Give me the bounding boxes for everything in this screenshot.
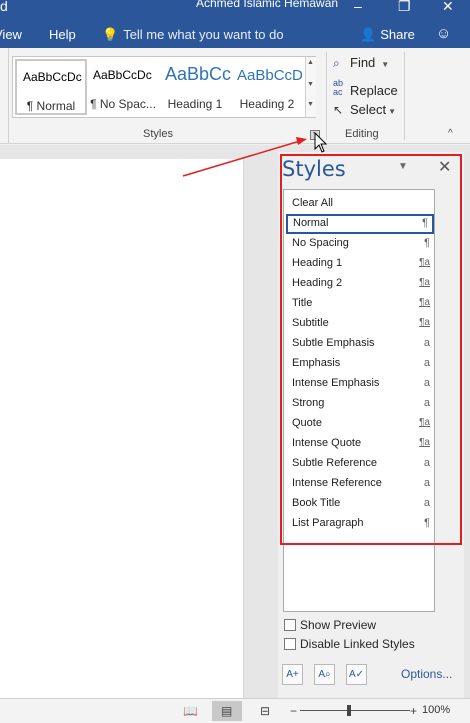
style-label: ¶ Normal — [26, 99, 76, 113]
replace-button[interactable]: ab ac Replace — [333, 78, 398, 99]
show-preview-checkbox[interactable]: Show Preview — [284, 618, 376, 632]
lightbulb-icon: 💡 — [102, 27, 119, 42]
editing-group-label: Editing — [345, 128, 379, 140]
share-button[interactable]: 👤 Share — [360, 27, 415, 43]
group-divider — [404, 52, 405, 140]
status-bar: 📖 ▤ ⊟ − + 100% — [0, 698, 470, 723]
style-gallery: AaBbCcDc ¶ Normal AaBbCcDc ¶ No Spac... … — [12, 56, 316, 118]
feedback-smiley-icon[interactable]: ☺ — [436, 25, 451, 42]
group-divider — [8, 48, 9, 144]
annotation-highlight-box — [280, 154, 462, 545]
gallery-style-no-spacing[interactable]: AaBbCcDc ¶ No Spac... — [87, 59, 159, 115]
ribbon: AaBbCcDc ¶ Normal AaBbCcDc ¶ No Spac... … — [0, 48, 470, 144]
style-label: ¶ No Spac... — [90, 97, 156, 111]
ribbon-tabs: View Help 💡 Tell me what you want to do 👤… — [0, 22, 470, 48]
replace-icon: ab ac — [333, 78, 344, 97]
style-sample: AaBbCcDc — [93, 68, 152, 82]
replace-label: Replace — [350, 83, 398, 98]
tab-view[interactable]: View — [0, 27, 22, 42]
new-style-button[interactable]: A+ — [282, 664, 303, 685]
style-sample: AaBbCcDc — [23, 70, 82, 84]
magnifier-icon: ⌕ — [333, 56, 340, 70]
chevron-down-icon: ▼ — [388, 107, 397, 116]
cursor-arrow-icon: ↖ — [333, 103, 344, 117]
gallery-style-heading-1[interactable]: AaBbCc Heading 1 — [159, 59, 231, 115]
zoom-in-button[interactable]: + — [410, 704, 417, 718]
group-divider — [326, 52, 327, 140]
select-label: Select — [350, 102, 387, 117]
collapse-ribbon-icon[interactable]: ^ — [448, 128, 453, 139]
gallery-down-arrow-icon[interactable]: ▼ — [307, 81, 314, 88]
checkbox-box — [284, 638, 296, 650]
document-page[interactable] — [0, 159, 244, 698]
gallery-up-arrow-icon[interactable]: ▲ — [307, 59, 314, 66]
new-style-icon: A+ — [286, 669, 299, 680]
share-person-icon: 👤 — [360, 27, 377, 42]
close-window-button[interactable]: ✕ — [442, 0, 454, 13]
find-label: Find — [350, 55, 376, 70]
share-label: Share — [380, 27, 415, 42]
minimize-button[interactable]: – — [354, 0, 362, 13]
title-leading-glyph: d — [0, 0, 8, 14]
gallery-scroll: ▲ ▼ ▼ — [305, 57, 316, 117]
chevron-down-icon: ▼ — [381, 60, 390, 69]
styles-dialog-launcher-icon[interactable]: ↘ — [310, 130, 320, 140]
show-preview-label: Show Preview — [300, 618, 377, 632]
zoom-level[interactable]: 100% — [422, 704, 450, 716]
tell-me-text: Tell me what you want to do — [123, 27, 284, 42]
manage-styles-icon: A✓ — [348, 669, 365, 680]
style-inspector-icon: A⌕ — [318, 669, 331, 680]
zoom-slider-track[interactable] — [300, 710, 410, 711]
title-bar: d Achmed Islamic Hemawan – ❐ ✕ — [0, 0, 470, 22]
manage-styles-button[interactable]: A✓ — [346, 664, 367, 685]
restore-button[interactable]: ❐ — [398, 0, 411, 13]
gallery-style-normal[interactable]: AaBbCcDc ¶ Normal — [15, 59, 87, 115]
web-layout-icon[interactable]: ⊟ — [260, 704, 270, 718]
disable-linked-label: Disable Linked Styles — [300, 637, 415, 651]
style-sample: AaBbCcD — [237, 67, 303, 84]
read-mode-icon[interactable]: 📖 — [183, 704, 198, 718]
select-button[interactable]: ↖ Select ▼ — [333, 102, 396, 117]
style-label: Heading 2 — [239, 97, 295, 111]
tell-me-box[interactable]: 💡 Tell me what you want to do — [102, 27, 284, 43]
style-inspector-button[interactable]: A⌕ — [314, 664, 335, 685]
style-sample: AaBbCc — [165, 64, 231, 84]
print-layout-icon: ▤ — [221, 704, 233, 718]
zoom-out-button[interactable]: − — [290, 704, 297, 718]
find-button[interactable]: ⌕ Find ▼ — [333, 55, 389, 71]
document-title: Achmed Islamic Hemawan — [196, 0, 339, 10]
options-link[interactable]: Options... — [401, 667, 452, 681]
checkbox-box — [284, 619, 296, 631]
tab-help[interactable]: Help — [49, 27, 76, 42]
gallery-style-heading-2[interactable]: AaBbCcD Heading 2 — [231, 59, 303, 115]
style-label: Heading 1 — [167, 97, 223, 111]
gallery-more-icon[interactable]: ▼ — [307, 101, 314, 108]
styles-group-label: Styles — [143, 128, 173, 140]
zoom-slider-thumb[interactable] — [347, 705, 351, 716]
styles-pane: Styles ▼ ✕ Clear All Normal ¶ No Spacing ¶ He… — [278, 152, 464, 698]
disable-linked-styles-checkbox[interactable]: Disable Linked Styles — [284, 637, 415, 651]
